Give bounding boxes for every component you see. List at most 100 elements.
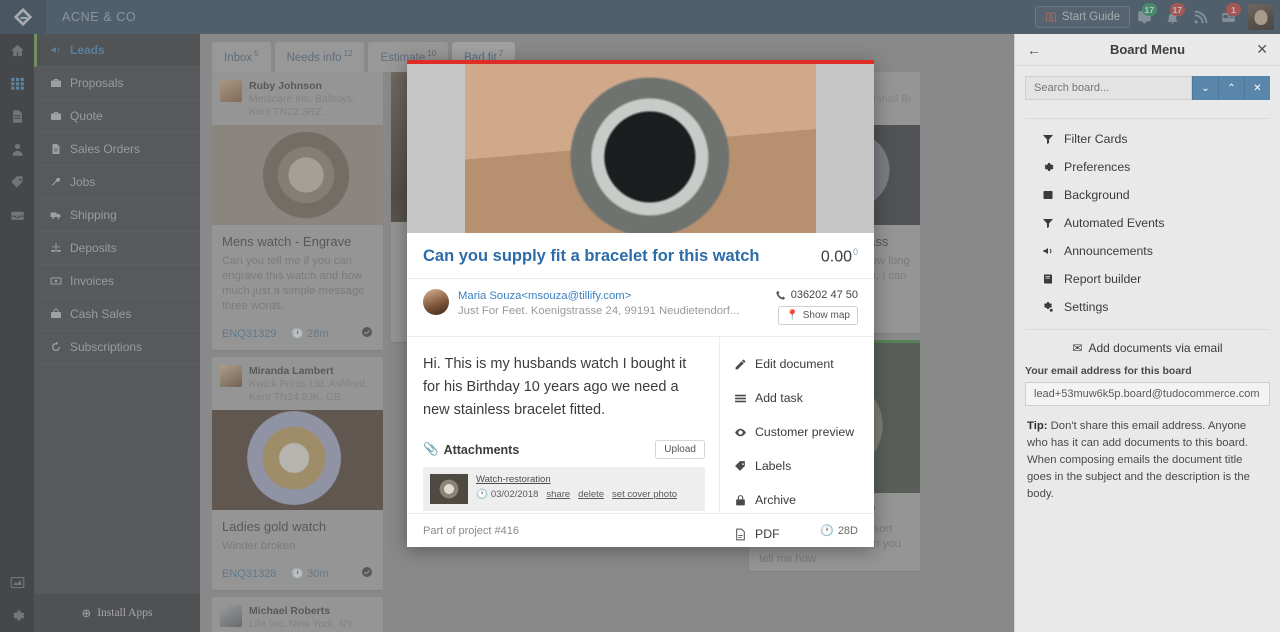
menu-preferences[interactable]: Preferences: [1015, 153, 1280, 181]
modal-body: Hi. This is my husbands watch I bought i…: [407, 337, 874, 541]
megaphone-icon: [1041, 245, 1055, 257]
menu-background[interactable]: Background: [1015, 181, 1280, 209]
attachment-thumbnail[interactable]: [430, 474, 468, 505]
gear-icon: [1041, 161, 1055, 173]
modal-header: Can you supply fit a bracelet for this w…: [407, 233, 874, 280]
modal-amount-sup: 0: [852, 247, 858, 257]
menu-label: Preferences: [1064, 160, 1131, 174]
attachment-delete-link[interactable]: delete: [578, 489, 604, 500]
modal-actions-column: Edit document Add task Customer preview …: [719, 337, 874, 541]
envelope-icon: ✉: [1072, 341, 1083, 355]
modal-duration: 🕐 28D: [820, 524, 858, 538]
add-task-action[interactable]: Add task: [720, 385, 874, 411]
attachment-date-value: 03/02/2018: [490, 489, 539, 501]
menu-label: Announcements: [1064, 244, 1153, 258]
modal-amount-value: 0.00: [820, 248, 852, 266]
modal-main-column: Hi. This is my husbands watch I bought i…: [407, 337, 719, 513]
modal-contact: Maria Souza<msouza@tillify.com> Just For…: [407, 279, 874, 338]
eye-icon: [735, 428, 746, 437]
board-email-value[interactable]: lead+53muw6k5p.board@tudocommerce.com: [1025, 382, 1270, 406]
show-map-button[interactable]: 📍 Show map: [778, 306, 858, 326]
upload-button[interactable]: Upload: [655, 440, 705, 460]
cover-right-pad: [816, 64, 874, 233]
search-clear-button[interactable]: ✕: [1244, 76, 1270, 100]
menu-announcements[interactable]: Announcements: [1015, 237, 1280, 265]
board-menu-panel: ← Board Menu ✕ ⌄ ⌃ ✕ Filter Cards Prefer…: [1014, 34, 1280, 632]
modal-footer: Part of project #416 🕐 28D: [407, 513, 874, 547]
attachments-label: Attachments: [443, 442, 520, 457]
tip-bold: Tip:: [1027, 420, 1048, 432]
modal-description: Hi. This is my husbands watch I bought i…: [423, 356, 687, 419]
attachment-share-link[interactable]: share: [546, 489, 570, 500]
contact-text: Maria Souza<msouza@tillify.com> Just For…: [458, 289, 739, 319]
menu-label: Settings: [1064, 300, 1109, 314]
action-label: Customer preview: [755, 425, 855, 440]
add-email-label: Add documents via email: [1088, 341, 1223, 355]
search-next-button[interactable]: ⌄: [1192, 76, 1218, 100]
board-email-tip: Tip: Don't share this email address. Any…: [1015, 406, 1280, 503]
book-icon: [1041, 273, 1055, 285]
attachment-name[interactable]: Watch-restoration: [476, 474, 677, 485]
modal-title: Can you supply fit a bracelet for this w…: [423, 247, 760, 266]
contact-email[interactable]: Maria Souza<msouza@tillify.com>: [458, 289, 739, 304]
contact-avatar: [423, 289, 449, 316]
cover-left-pad: [407, 64, 465, 233]
modal-duration-value: 28D: [837, 524, 858, 537]
back-arrow-icon[interactable]: ←: [1027, 42, 1043, 58]
customer-preview-action[interactable]: Customer preview: [720, 419, 874, 445]
menu-label: Report builder: [1064, 272, 1142, 286]
board-menu-list: Filter Cards Preferences Background Auto…: [1015, 119, 1280, 321]
gears-icon: [1041, 301, 1055, 313]
phone-icon: [776, 290, 785, 300]
board-search-input[interactable]: [1025, 76, 1192, 100]
board-search-row: ⌄ ⌃ ✕: [1015, 66, 1280, 110]
menu-label: Background: [1064, 188, 1130, 202]
menu-label: Filter Cards: [1064, 132, 1128, 146]
app-root: ACNE & CO Start Guide 17 17 1 Leads Prop…: [0, 0, 1280, 632]
contact-address: Just For Feet. Koenigstrasse 24, 99191 N…: [458, 305, 740, 318]
attachment-item: Watch-restoration 🕐 03/02/2018 share dele…: [423, 467, 705, 512]
modal-amount: 0.000: [821, 247, 858, 266]
tag-icon: [735, 460, 745, 471]
contact-phone: 036202 47 50: [775, 289, 858, 301]
contact-phone-value: 036202 47 50: [790, 289, 858, 302]
attachments-header: 📎 Attachments Upload: [423, 440, 705, 460]
action-label: Add task: [755, 391, 803, 406]
pencil-icon: [735, 359, 746, 370]
action-label: Archive: [755, 493, 797, 508]
show-map-label: Show map: [802, 310, 850, 322]
pin-icon: 📍: [786, 310, 799, 322]
modal-cover-image: [407, 60, 874, 233]
search-prev-button[interactable]: ⌃: [1218, 76, 1244, 100]
attachments-title-group: 📎 Attachments: [423, 442, 519, 457]
tip-text: Don't share this email address. Anyone w…: [1027, 420, 1250, 500]
board-menu-title: Board Menu: [1109, 42, 1186, 57]
attachment-date: 🕐 03/02/2018: [476, 489, 539, 501]
list-icon: [735, 394, 746, 403]
menu-report-builder[interactable]: Report builder: [1015, 265, 1280, 293]
labels-action[interactable]: Labels: [720, 453, 874, 479]
filter-icon: [1041, 133, 1055, 145]
attachment-meta: Watch-restoration 🕐 03/02/2018 share dele…: [476, 474, 677, 504]
action-label: Labels: [755, 459, 792, 474]
edit-document-action[interactable]: Edit document: [720, 351, 874, 377]
board-menu-header: ← Board Menu ✕: [1015, 34, 1280, 66]
document-modal: Can you supply fit a bracelet for this w…: [407, 60, 874, 547]
board-email-label: Your email address for this board: [1025, 365, 1192, 377]
filter-icon: [1041, 217, 1055, 229]
menu-settings[interactable]: Settings: [1015, 293, 1280, 321]
lock-icon: [736, 494, 745, 506]
paperclip-icon: 📎: [423, 442, 439, 457]
close-icon[interactable]: ✕: [1252, 41, 1268, 58]
attachment-set-cover-link[interactable]: set cover photo: [612, 489, 677, 500]
add-documents-via-email-button[interactable]: ✉ Add documents via email: [1015, 330, 1280, 365]
contact-right: 036202 47 50 📍 Show map: [775, 289, 858, 326]
square-icon: [1041, 189, 1055, 201]
modal-project-ref[interactable]: Part of project #416: [423, 525, 519, 537]
menu-filter-cards[interactable]: Filter Cards: [1015, 125, 1280, 153]
menu-label: Automated Events: [1064, 216, 1165, 230]
archive-action[interactable]: Archive: [720, 487, 874, 513]
action-label: Edit document: [755, 357, 834, 372]
menu-automated-events[interactable]: Automated Events: [1015, 209, 1280, 237]
attachment-actions: 🕐 03/02/2018 share delete set cover photo: [476, 489, 677, 500]
